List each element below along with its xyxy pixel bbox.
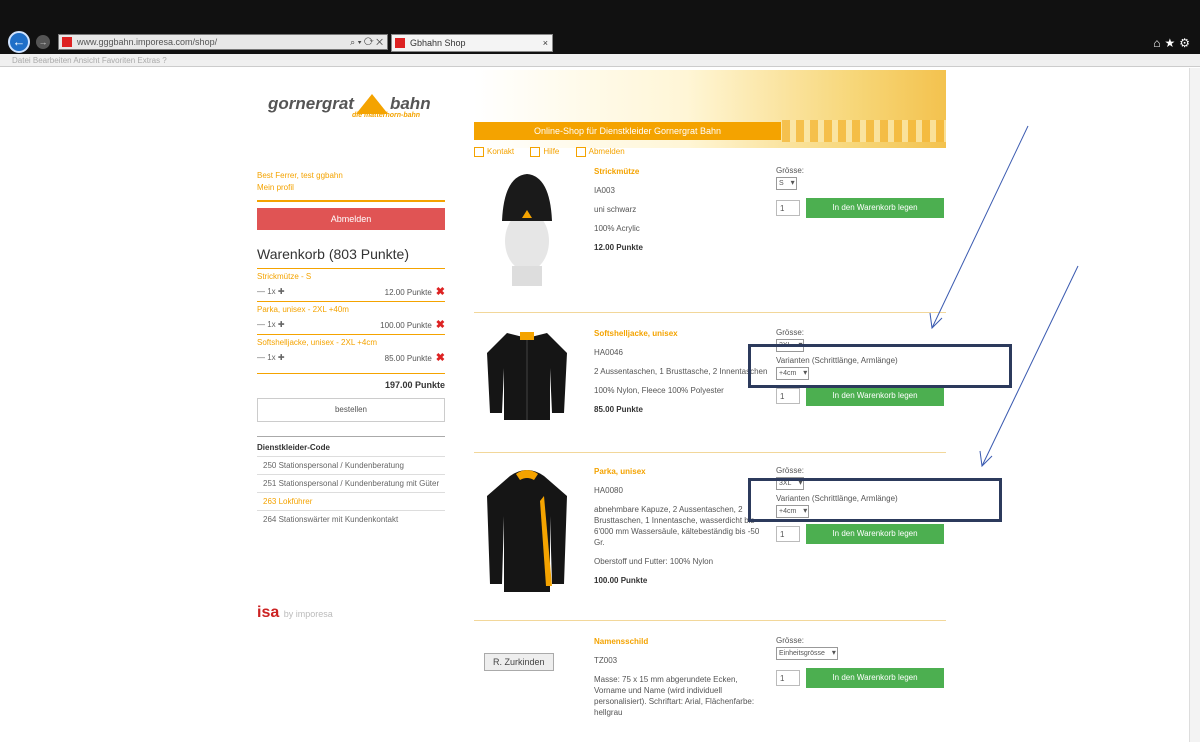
annotation-arrows <box>929 125 1079 468</box>
